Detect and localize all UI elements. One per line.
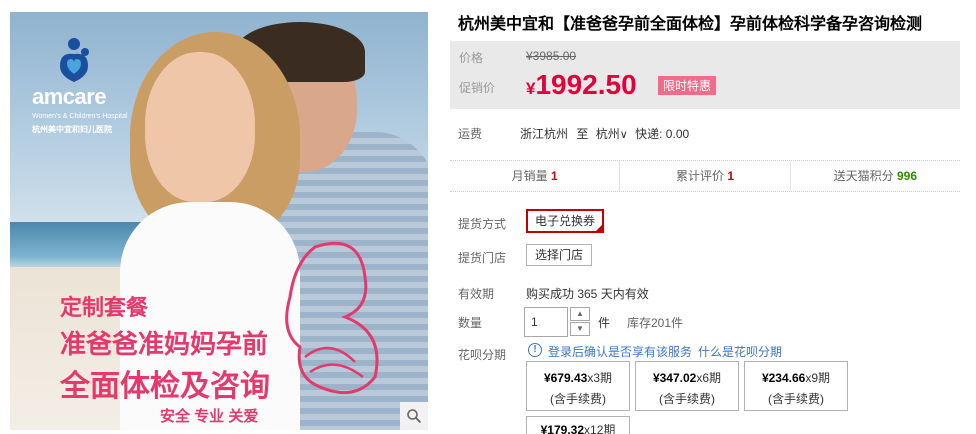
promo-line-1: 定制套餐 <box>60 295 149 320</box>
zoom-button[interactable] <box>400 402 428 430</box>
amcare-logo-icon <box>60 38 89 82</box>
ship-from: 浙江杭州 <box>520 127 569 141</box>
shipping-label: 运费 <box>458 127 483 141</box>
promo-line-4: 安全 专业 关爱 <box>160 408 259 425</box>
product-title: 杭州美中宜和【准爸爸孕前全面体检】孕前体检科学备孕咨询检测 <box>458 16 923 33</box>
huabei-note: 登录后确认是否享有该服务 什么是花呗分期 <box>548 343 782 360</box>
stat-value: 996 <box>896 169 918 183</box>
plan-amount: ¥179.32x12期 <box>527 421 629 434</box>
stat-label: 月销量 <box>511 169 548 183</box>
image-woman-face <box>145 52 255 202</box>
plan-price: ¥234.66 <box>761 371 806 385</box>
stat-monthly-sales: 月销量 1 <box>450 161 621 191</box>
plan-periods: x6期 <box>696 371 722 385</box>
validity-label: 有效期 <box>458 287 495 301</box>
express-fee: 快递: 0.00 <box>635 127 690 141</box>
delivery-option-label: 电子兑换券 <box>535 214 596 228</box>
plan-fee-note: (含手续费) <box>768 392 824 406</box>
ship-to-word: 至 <box>576 127 589 141</box>
chevron-up-icon: ▲ <box>576 309 584 318</box>
stat-label: 送天猫积分 <box>833 169 894 183</box>
shipping-info: 浙江杭州 至 杭州∨ 快递: 0.00 <box>520 125 689 142</box>
installment-plan-12[interactable]: ¥179.32x12期 <box>526 416 630 434</box>
ship-destination-select[interactable]: 杭州∨ <box>596 127 628 141</box>
product-main-image[interactable]: amcare Women's & Children's Hospital 杭州美… <box>10 12 428 430</box>
selected-check-icon <box>594 223 605 233</box>
installment-plan-6[interactable]: ¥347.02x6期 (含手续费) <box>635 361 739 411</box>
promo-price-value: 1992.50 <box>535 69 637 100</box>
quantity-unit: 件 <box>598 316 611 330</box>
plan-price: ¥179.32 <box>540 423 585 434</box>
promo-line-2: 准爸爸准妈妈孕前 <box>60 329 269 359</box>
stat-label: 累计评价 <box>675 169 724 183</box>
original-price: ¥3985.00 <box>526 49 577 63</box>
plan-periods: x12期 <box>584 423 616 434</box>
stock-count: 库存201件 <box>627 316 684 330</box>
huabei-help-link[interactable]: 什么是花呗分期 <box>698 345 782 359</box>
select-store-button[interactable]: 选择门店 <box>526 244 593 266</box>
plan-periods: x9期 <box>805 371 831 385</box>
hospital-logo: amcare Women's & Children's Hospital 杭州美… <box>32 36 128 146</box>
plan-fee-note: (含手续费) <box>659 392 715 406</box>
promo-price-label: 促销价 <box>459 81 496 95</box>
promo-text: 定制套餐 准爸爸准妈妈孕前 全面体检及咨询 安全 专业 关爱 <box>60 290 270 426</box>
plan-amount: ¥347.02x6期 <box>636 369 738 386</box>
installment-plan-9[interactable]: ¥234.66x9期 (含手续费) <box>744 361 848 411</box>
logo-subtitle: Women's & Children's Hospital <box>32 113 128 120</box>
chevron-down-icon: ∨ <box>619 129 628 141</box>
stat-tmall-points: 送天猫积分 996 <box>791 161 960 191</box>
stat-total-reviews[interactable]: 累计评价 1 <box>620 161 791 191</box>
chevron-down-icon: ▼ <box>576 324 584 333</box>
quantity-label: 数量 <box>458 316 483 330</box>
magnifier-icon <box>407 409 422 424</box>
quantity-increase-button[interactable]: ▲ <box>570 307 590 321</box>
plan-fee-note: (含手续费) <box>550 392 606 406</box>
quantity-input[interactable] <box>524 307 568 337</box>
limited-offer-badge: 限时特惠 <box>658 76 717 95</box>
huabei-label: 花呗分期 <box>458 348 507 362</box>
logo-chinese-name: 杭州美中宜和妇儿医院 <box>32 125 112 134</box>
plan-price: ¥347.02 <box>652 371 697 385</box>
stat-value: 1 <box>727 169 735 183</box>
info-icon: ! <box>528 343 542 357</box>
sales-stats: 月销量 1 累计评价 1 送天猫积分 996 <box>450 160 960 192</box>
huabei-login-text[interactable]: 登录后确认是否享有该服务 <box>548 345 692 359</box>
original-price-label: 价格 <box>459 51 484 65</box>
plan-price: ¥679.43 <box>543 371 588 385</box>
plan-amount: ¥234.66x9期 <box>745 369 847 386</box>
delivery-method-label: 提货方式 <box>458 217 507 231</box>
mother-baby-outline-icon <box>285 241 379 395</box>
validity-value: 购买成功 365 天内有效 <box>526 287 649 301</box>
plan-periods: x3期 <box>587 371 613 385</box>
installment-plan-3[interactable]: ¥679.43x3期 (含手续费) <box>526 361 630 411</box>
promo-line-3: 全面体检及咨询 <box>60 370 270 403</box>
delivery-option-evoucher[interactable]: 电子兑换券 <box>526 209 605 233</box>
stat-value: 1 <box>551 169 558 183</box>
plan-amount: ¥679.43x3期 <box>527 369 629 386</box>
logo-wordmark: amcare <box>32 84 107 109</box>
quantity-decrease-button[interactable]: ▼ <box>570 322 590 336</box>
price-panel: 价格 ¥3985.00 促销价 ¥1992.50 限时特惠 <box>450 41 960 109</box>
pickup-store-label: 提货门店 <box>458 251 507 265</box>
promo-price: ¥1992.50 <box>526 69 637 101</box>
ship-destination: 杭州 <box>595 127 620 141</box>
